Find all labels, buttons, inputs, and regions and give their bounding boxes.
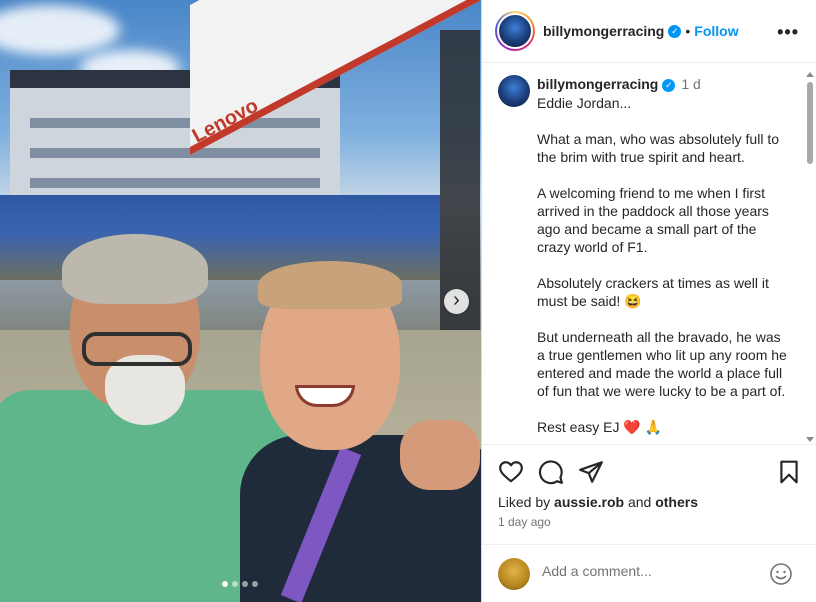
liked-by-mid: and	[624, 494, 656, 510]
scrollbar-thumb[interactable]	[807, 82, 813, 164]
post-time[interactable]: 1 d	[681, 76, 700, 92]
post-actions: Liked by aussie.rob and others 1 day ago	[482, 444, 816, 544]
post-panel: billymongerracing ✓ • Follow ••• billymo…	[481, 0, 816, 602]
comment-icon[interactable]	[538, 459, 564, 485]
story-avatar[interactable]	[495, 11, 535, 51]
author-username[interactable]: billymongerracing	[543, 23, 664, 39]
carousel-dot[interactable]	[232, 581, 238, 587]
more-icon[interactable]: •••	[777, 22, 799, 43]
avatar	[497, 13, 533, 49]
scroll-down-arrow[interactable]	[806, 437, 814, 442]
follow-button[interactable]: Follow	[694, 23, 738, 39]
liked-by-prefix: Liked by	[498, 494, 555, 510]
verified-badge-icon: ✓	[662, 78, 676, 92]
liked-by-others-link[interactable]: others	[655, 494, 698, 510]
caption-area[interactable]: billymongerracing ✓ 1 d Eddie Jordan... Wh…	[482, 64, 816, 444]
liked-by-line: Liked by aussie.rob and others	[498, 494, 698, 510]
carousel-dot[interactable]	[222, 581, 228, 587]
chevron-right-icon: ›	[453, 289, 460, 311]
liked-by-user-link[interactable]: aussie.rob	[554, 494, 624, 510]
scroll-up-arrow[interactable]	[806, 72, 814, 77]
post-photo[interactable]: Lenovo ›	[0, 0, 481, 602]
caption-text: Eddie Jordan... What a man, who was abso…	[537, 95, 787, 435]
post-header: billymongerracing ✓ • Follow •••	[482, 0, 816, 63]
separator-dot: •	[685, 23, 691, 39]
carousel-dot[interactable]	[242, 581, 248, 587]
caption-username[interactable]: billymongerracing	[537, 76, 658, 92]
comment-input[interactable]	[542, 563, 762, 579]
next-slide-button[interactable]: ›	[444, 289, 469, 314]
arm-on-shoulder	[400, 420, 480, 490]
post-timestamp[interactable]: 1 day ago	[498, 515, 551, 529]
bookmark-icon[interactable]	[776, 459, 802, 485]
cloud	[0, 5, 120, 55]
carousel-dot[interactable]	[252, 581, 258, 587]
verified-badge-icon: ✓	[668, 24, 682, 38]
emoji-icon[interactable]	[769, 562, 793, 586]
comment-bar	[482, 544, 816, 602]
carousel-dots	[222, 581, 258, 587]
caption-header: billymongerracing ✓ 1 d	[537, 76, 701, 92]
heart-icon[interactable]	[498, 459, 524, 485]
caption-avatar[interactable]	[498, 75, 530, 107]
viewer-avatar[interactable]	[498, 558, 530, 590]
share-icon[interactable]	[578, 459, 604, 485]
caption-scrollbar[interactable]	[806, 72, 814, 442]
